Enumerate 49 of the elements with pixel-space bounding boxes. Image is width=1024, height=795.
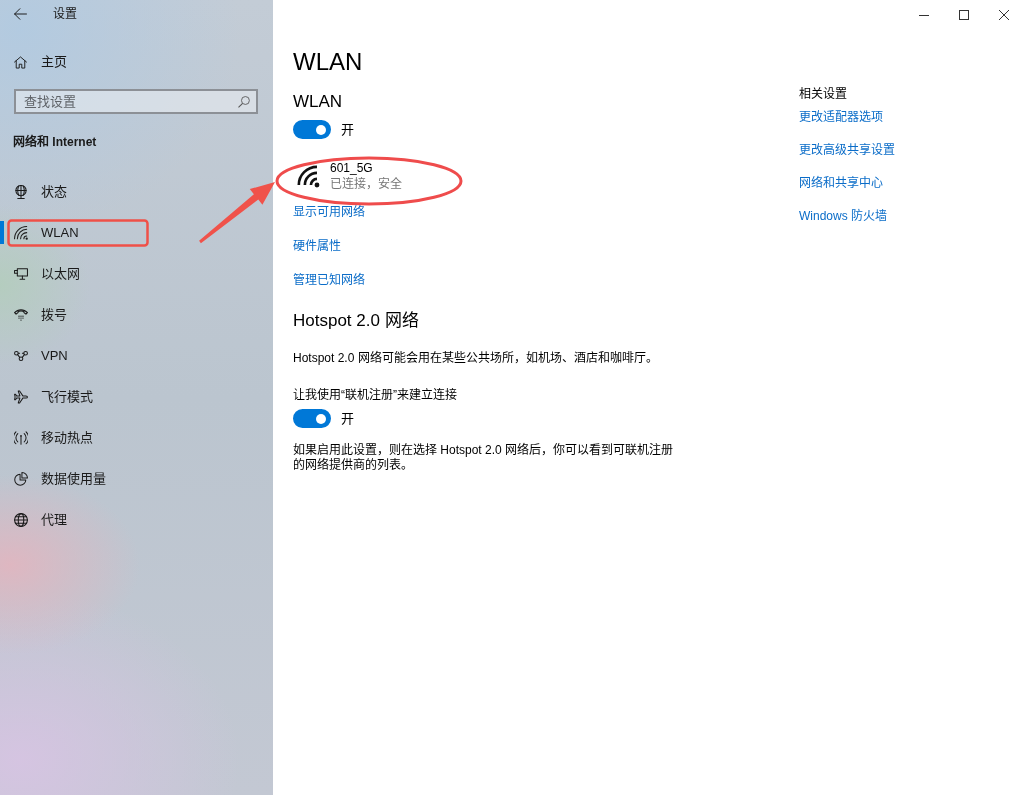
wifi-signal-icon xyxy=(297,164,320,188)
toggle-switch[interactable] xyxy=(293,120,331,139)
nav-item[interactable]: 飞行模式 xyxy=(0,376,273,417)
section-heading: WLAN xyxy=(293,91,343,113)
phone-icon xyxy=(14,307,28,322)
section-heading: Hotspot 2.0 网络 xyxy=(293,310,419,332)
settings-link[interactable]: 硬件属性 xyxy=(293,238,341,254)
close-icon xyxy=(999,10,1009,20)
back-arrow-icon xyxy=(13,8,27,20)
globe-stand-icon xyxy=(14,184,28,199)
wifi-icon xyxy=(14,225,28,240)
network-status: 已连接，安全 xyxy=(330,176,402,192)
network-name: 601_5G xyxy=(330,160,374,176)
home-link[interactable]: 主页 xyxy=(10,48,71,76)
toggle-state-label: 开 xyxy=(341,410,354,427)
setting-label: 让我使用“联机注册”来建立连接 xyxy=(293,387,457,403)
antenna-icon xyxy=(14,430,28,445)
minimize-icon xyxy=(919,14,929,16)
linked-circles-icon xyxy=(14,348,28,363)
airplane-icon xyxy=(14,389,28,404)
settings-link[interactable]: 更改高级共享设置 xyxy=(799,142,895,158)
globe-icon xyxy=(14,512,28,527)
nav-item[interactable]: 数据使用量 xyxy=(0,458,273,499)
nav-item[interactable]: 代理 xyxy=(0,499,273,540)
nav-item[interactable]: WLAN xyxy=(0,212,273,253)
description-text: 如果启用此设置，则在选择 Hotspot 2.0 网络后，你可以看到可联机注册的网络提供商的列表。 xyxy=(293,443,675,473)
pie-chart-icon xyxy=(14,471,28,486)
nav-item[interactable]: 状态 xyxy=(0,171,273,212)
toggle-state-label: 开 xyxy=(341,121,354,138)
settings-link[interactable]: 更改适配器选项 xyxy=(799,109,883,125)
description-text: Hotspot 2.0 网络可能会用在某些公共场所，如机场、酒店和咖啡厅。 xyxy=(293,350,658,366)
settings-link[interactable]: 网络和共享中心 xyxy=(799,175,883,191)
nav-item[interactable]: VPN xyxy=(0,335,273,376)
search-field[interactable]: 查找设置 xyxy=(14,89,258,114)
nav-item[interactable]: 以太网 xyxy=(0,253,273,294)
nav-item[interactable]: 移动热点 xyxy=(0,417,273,458)
home-icon xyxy=(14,55,27,69)
related-settings-heading: 相关设置 xyxy=(799,86,847,102)
page-title: WLAN xyxy=(293,47,363,77)
settings-link[interactable]: Windows 防火墙 xyxy=(799,208,887,224)
monitor-icon xyxy=(14,266,28,281)
settings-link[interactable]: 管理已知网络 xyxy=(293,272,365,288)
search-icon xyxy=(238,95,250,108)
maximize-icon xyxy=(959,10,969,20)
settings-link[interactable]: 显示可用网络 xyxy=(293,204,365,220)
toggle-switch[interactable] xyxy=(293,409,331,428)
nav-item[interactable]: 拨号 xyxy=(0,294,273,335)
window-title: 设置 xyxy=(53,6,77,22)
section-title: 网络和 Internet xyxy=(13,134,98,150)
